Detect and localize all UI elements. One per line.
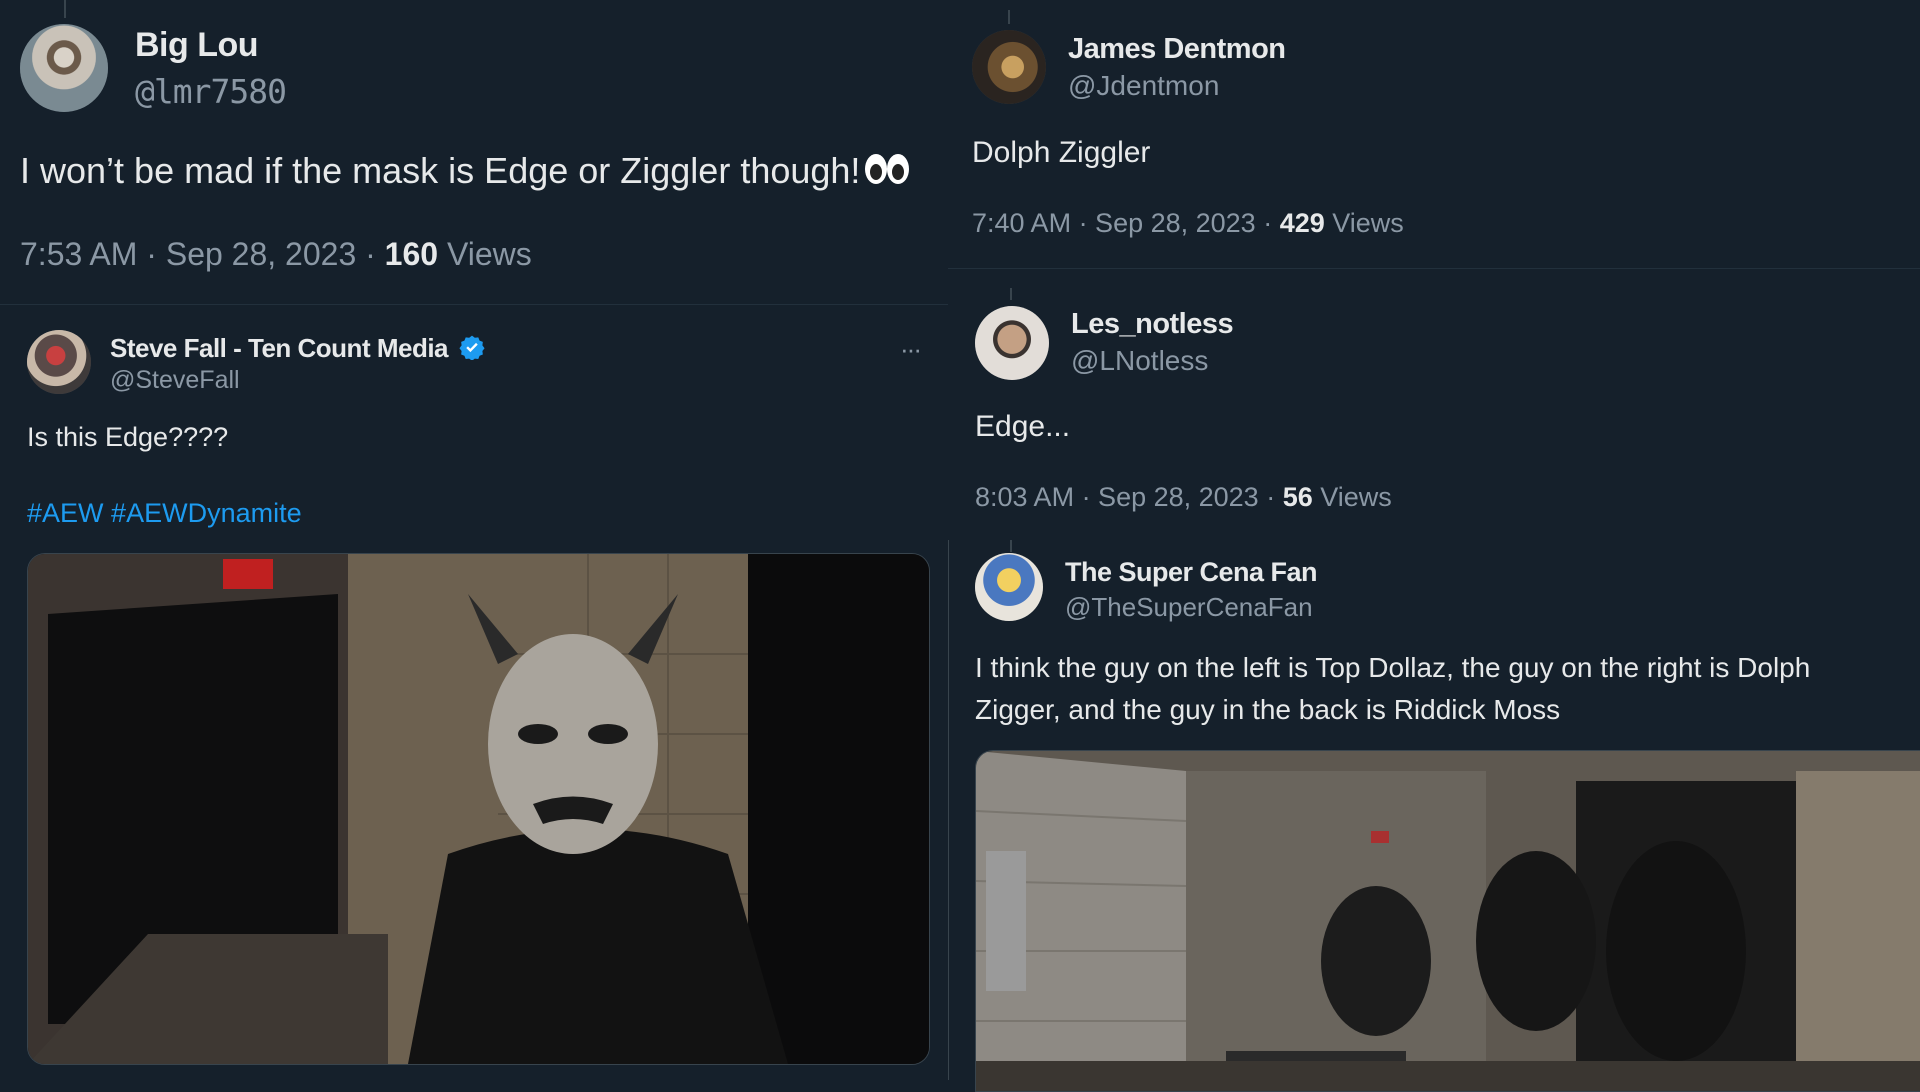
user-handle[interactable]: @Jdentmon: [1068, 70, 1219, 102]
timestamp[interactable]: 7:40 AM · Sep 28, 2023 ·: [972, 208, 1280, 238]
tweet-text-content: I won’t be mad if the mask is Edge or Zi…: [20, 150, 861, 191]
user-handle[interactable]: @lmr7580: [135, 72, 287, 111]
tweet-text: Is this Edge????: [27, 422, 229, 452]
tweet-text: Dolph Ziggler: [972, 136, 1151, 169]
thread-line: [1010, 288, 1012, 300]
tweet-meta: 8:03 AM · Sep 28, 2023 · 56 Views: [975, 482, 1392, 513]
timestamp[interactable]: 7:53 AM · Sep 28, 2023 ·: [20, 236, 385, 272]
avatar[interactable]: [975, 553, 1043, 621]
tweet-text: Edge...: [975, 410, 1071, 443]
column-divider: [948, 540, 949, 1080]
tweet-meta: 7:53 AM · Sep 28, 2023 · 160 Views: [20, 236, 532, 273]
hashtag-link[interactable]: #AEW: [27, 498, 104, 528]
display-name[interactable]: Big Lou: [135, 26, 259, 65]
views-count: 160: [384, 236, 439, 272]
tweet-text-line: I think the guy on the left is Top Dolla…: [975, 652, 1811, 683]
user-handle[interactable]: @SteveFall: [110, 366, 240, 395]
avatar[interactable]: [27, 330, 91, 394]
verified-badge-icon: [459, 334, 485, 367]
hashtag-link[interactable]: #AEWDynamite: [111, 498, 302, 528]
tweet-text-line: Zigger, and the guy in the back is Riddi…: [975, 694, 1561, 725]
horizontal-divider: [948, 268, 1920, 269]
masked-figure-image: [28, 554, 929, 1064]
backstage-fight-image: [976, 751, 1920, 1091]
avatar[interactable]: [972, 30, 1046, 104]
thread-line: [64, 0, 66, 18]
horizontal-divider: [0, 304, 948, 305]
avatar[interactable]: [20, 24, 108, 112]
thread-line: [1008, 10, 1010, 24]
display-name[interactable]: The Super Cena Fan: [1065, 557, 1318, 588]
tweet-media-image[interactable]: [27, 553, 930, 1065]
thread-line: [1010, 540, 1012, 552]
views-label: Views: [1312, 482, 1392, 512]
views-count: 56: [1282, 482, 1313, 512]
display-name[interactable]: James Dentmon: [1068, 33, 1286, 66]
hashtag-row: #AEW #AEWDynamite: [27, 498, 302, 529]
user-handle[interactable]: @LNotless: [1071, 345, 1208, 377]
display-name-text: Steve Fall - Ten Count Media: [110, 333, 449, 363]
display-name[interactable]: Steve Fall - Ten Count Media: [110, 333, 485, 367]
user-handle[interactable]: @TheSuperCenaFan: [1065, 592, 1313, 623]
tweet-text: I won’t be mad if the mask is Edge or Zi…: [20, 150, 910, 195]
avatar[interactable]: [975, 306, 1049, 380]
timestamp[interactable]: 8:03 AM · Sep 28, 2023 ·: [975, 482, 1283, 512]
more-options-button[interactable]: ···: [900, 334, 922, 365]
display-name[interactable]: Les_notless: [1071, 308, 1234, 341]
views-count: 429: [1279, 208, 1325, 238]
views-label: Views: [1324, 208, 1404, 238]
eyes-emoji-icon: [864, 152, 910, 195]
tweet-media-image[interactable]: [975, 750, 1920, 1092]
tweet-meta: 7:40 AM · Sep 28, 2023 · 429 Views: [972, 208, 1404, 239]
views-label: Views: [438, 236, 532, 272]
